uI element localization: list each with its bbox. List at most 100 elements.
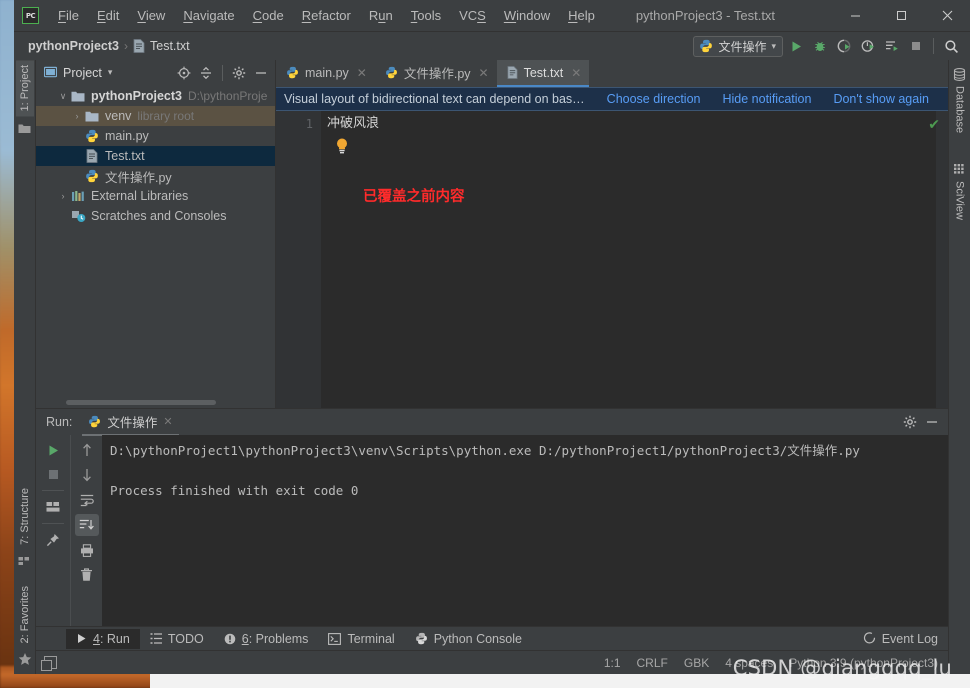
show-console-button[interactable] — [41, 496, 65, 518]
run-console-output[interactable]: D:\pythonProject1\pythonProject3\venv\Sc… — [102, 435, 948, 626]
project-tree[interactable]: ∨ pythonProject3 D:\pythonProje › venv — [36, 85, 275, 408]
stop-button[interactable] — [41, 463, 65, 485]
menu-item-file[interactable]: File — [49, 4, 88, 27]
hide-panel-button[interactable] — [922, 412, 942, 432]
project-panel-title-group[interactable]: Project ▾ — [44, 66, 112, 80]
pin-tab-button[interactable] — [41, 529, 65, 551]
menu-item-help[interactable]: Help — [559, 4, 604, 27]
libraries-icon — [70, 188, 86, 204]
menu-item-navigate[interactable]: Navigate — [174, 4, 243, 27]
menu-item-run[interactable]: Run — [360, 4, 402, 27]
menu-item-code[interactable]: Code — [244, 4, 293, 27]
menu-item-view[interactable]: View — [128, 4, 174, 27]
python-icon — [699, 39, 713, 53]
rerun-button[interactable] — [41, 439, 65, 461]
python-file-icon — [286, 66, 299, 79]
bottom-tab-todo[interactable]: TODO — [140, 629, 214, 649]
run-left-toolbar — [36, 435, 70, 626]
down-arrow-icon[interactable] — [75, 464, 99, 486]
editor-tab-test-txt[interactable]: Test.txt ✕ — [497, 60, 590, 87]
code-editor[interactable]: 1 冲破风浪 — [276, 111, 948, 408]
status-line-separator[interactable]: CRLF — [637, 656, 668, 670]
breadcrumb-project[interactable]: pythonProject3 — [28, 39, 119, 53]
event-log-icon — [863, 632, 876, 645]
print-button[interactable] — [75, 539, 99, 561]
up-arrow-icon[interactable] — [75, 439, 99, 461]
tree-row-venv[interactable]: › venv library root — [36, 106, 275, 126]
scroll-from-source-button[interactable] — [174, 63, 194, 83]
run-button[interactable] — [785, 35, 807, 57]
bottom-tab-run[interactable]: 4: Run — [66, 629, 140, 649]
menu-item-window[interactable]: Window — [495, 4, 559, 27]
tree-row-wenjiancaozuo-py[interactable]: 文件操作.py — [36, 166, 275, 186]
dont-show-again-link[interactable]: Don't show again — [833, 92, 929, 106]
menu-item-tools[interactable]: Tools — [402, 4, 450, 27]
status-interpreter[interactable]: Python 3.9 (pythonProject3) — [789, 656, 938, 670]
run-configuration-selector[interactable]: 文件操作 ▾ — [693, 36, 783, 57]
debug-button[interactable] — [809, 35, 831, 57]
run-tab-wenjiancaozuo[interactable]: 文件操作 ✕ — [82, 409, 178, 436]
editor-gutter[interactable]: 1 — [276, 111, 321, 408]
error-stripe-gutter[interactable]: ✔ — [936, 111, 948, 408]
tree-row-project-root[interactable]: ∨ pythonProject3 D:\pythonProje — [36, 86, 275, 106]
close-icon[interactable]: ✕ — [571, 66, 581, 80]
menu-item-refactor[interactable]: Refactor — [293, 4, 360, 27]
run-with-coverage-button[interactable] — [833, 35, 855, 57]
status-indent[interactable]: 4 spaces — [725, 656, 773, 670]
tree-label-scratches-consoles: Scratches and Consoles — [91, 209, 227, 223]
expand-arrow-icon[interactable]: › — [70, 111, 84, 121]
run-panel-actions — [900, 412, 942, 432]
menu-item-edit[interactable]: Edit — [88, 4, 128, 27]
expand-arrow-icon[interactable]: › — [56, 191, 70, 201]
soft-wrap-button[interactable] — [75, 489, 99, 511]
expand-arrow-icon[interactable]: ∨ — [56, 91, 70, 102]
status-caret-position[interactable]: 1:1 — [604, 656, 621, 670]
tree-row-main-py[interactable]: main.py — [36, 126, 275, 146]
close-icon[interactable]: ✕ — [357, 66, 367, 80]
project-panel-title: Project — [63, 66, 102, 80]
search-everywhere-button[interactable] — [940, 35, 962, 57]
event-log-group[interactable]: Event Log — [863, 632, 948, 646]
structure-strip-icon — [18, 554, 31, 567]
intention-bulb-icon[interactable] — [335, 137, 349, 155]
profile-button[interactable] — [857, 35, 879, 57]
choose-direction-link[interactable]: Choose direction — [607, 92, 701, 106]
sidebar-item-project[interactable]: 1: Project — [16, 60, 34, 116]
menu-item-vcs[interactable]: VCS — [450, 4, 495, 27]
hide-panel-button[interactable] — [251, 63, 271, 83]
close-icon[interactable]: ✕ — [479, 66, 489, 80]
gear-icon[interactable] — [900, 412, 920, 432]
gear-icon[interactable] — [229, 63, 249, 83]
maximize-button[interactable] — [878, 0, 924, 32]
bottom-tab-python-console[interactable]: Python Console — [405, 629, 532, 649]
sidebar-item-favorites[interactable]: 2: Favorites — [16, 581, 34, 648]
breadcrumb-file[interactable]: Test.txt — [133, 39, 190, 53]
sidebar-item-database[interactable]: Database — [951, 81, 969, 138]
editor-area: main.py ✕ 文件操作.py ✕ Test.txt — [276, 60, 948, 408]
clear-all-button[interactable] — [75, 564, 99, 586]
status-encoding[interactable]: GBK — [684, 656, 709, 670]
screenshot-root: PC File Edit View Navigate Code Refactor… — [0, 0, 970, 688]
hide-notification-link[interactable]: Hide notification — [722, 92, 811, 106]
sidebar-item-sciview[interactable]: SciView — [951, 176, 969, 225]
minimize-button[interactable] — [832, 0, 878, 32]
scroll-to-end-button[interactable] — [75, 514, 99, 536]
editor-tab-wenjiancaozuo-py[interactable]: 文件操作.py ✕ — [375, 60, 497, 87]
close-icon[interactable]: ✕ — [163, 415, 172, 428]
toggle-tool-windows-icon[interactable] — [44, 656, 57, 669]
editor-tab-main-py[interactable]: main.py ✕ — [276, 60, 375, 87]
bottom-tab-problems[interactable]: 6: Problems — [214, 629, 319, 649]
bottom-tab-terminal[interactable]: Terminal — [318, 629, 404, 649]
tree-row-scratches-consoles[interactable]: Scratches and Consoles — [36, 206, 275, 226]
line-number: 1 — [276, 115, 313, 133]
sidebar-item-structure[interactable]: 7: Structure — [16, 483, 34, 550]
stop-button[interactable] — [905, 35, 927, 57]
attach-to-process-button[interactable] — [881, 35, 903, 57]
editor-text[interactable]: 冲破风浪 已覆盖之前内容 — [321, 111, 948, 408]
project-tree-horizontal-scrollbar[interactable] — [66, 400, 216, 405]
close-button[interactable] — [924, 0, 970, 32]
collapse-all-button[interactable] — [196, 63, 216, 83]
tree-row-test-txt[interactable]: Test.txt — [36, 146, 275, 166]
tree-row-external-libraries[interactable]: › External Libraries — [36, 186, 275, 206]
run-configuration-label: 文件操作 — [718, 38, 766, 55]
